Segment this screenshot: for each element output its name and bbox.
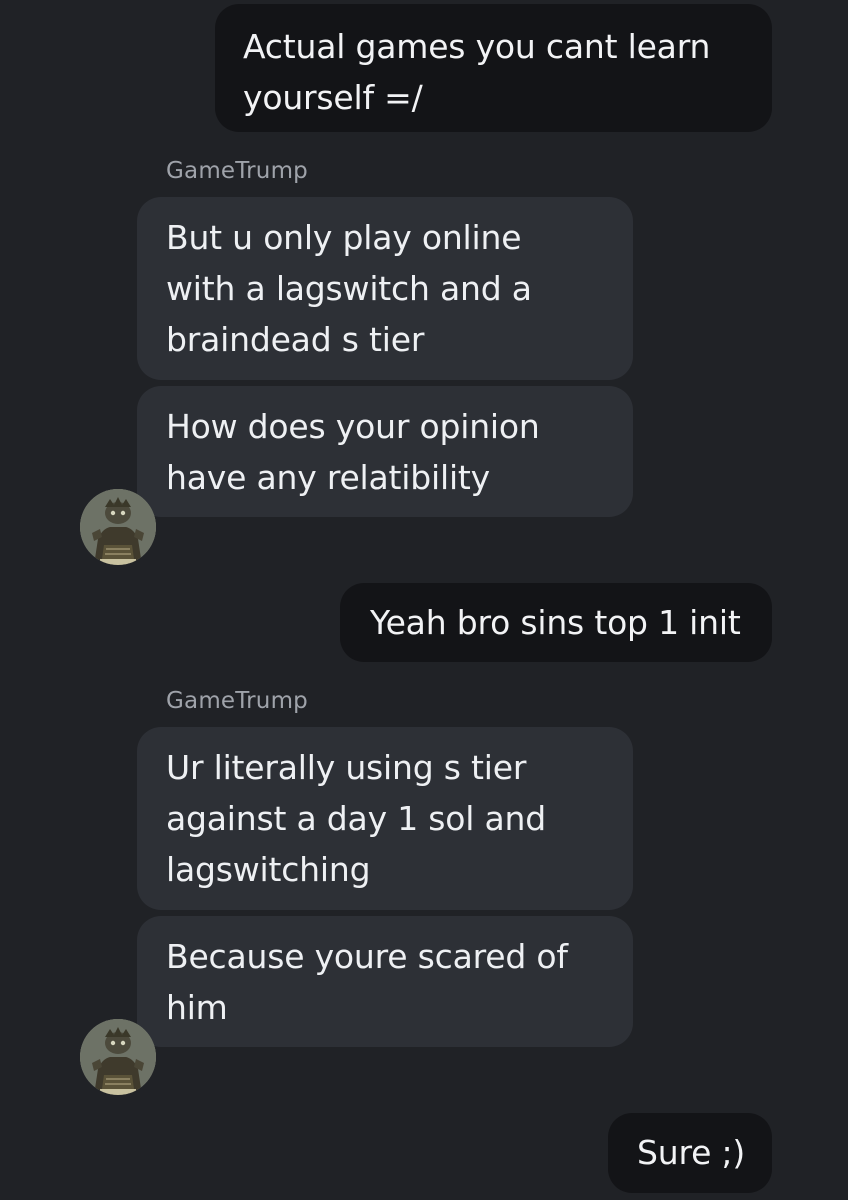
avatar[interactable] <box>80 1019 156 1095</box>
received-message-bubble[interactable]: But u only play online with a lagswitch … <box>137 197 633 380</box>
avatar[interactable] <box>80 489 156 565</box>
sender-name: GameTrump <box>166 688 308 714</box>
sent-message-bubble[interactable]: Sure ;) <box>608 1113 772 1193</box>
received-message-bubble[interactable]: Ur literally using s tier against a day … <box>137 727 633 910</box>
received-message-bubble[interactable]: Because youre scared of him <box>137 916 633 1047</box>
received-message-bubble[interactable]: How does your opinion have any relatibil… <box>137 386 633 517</box>
robed-figure-avatar-icon <box>80 1019 156 1095</box>
sender-name: GameTrump <box>166 158 308 184</box>
sent-message-bubble[interactable]: Yeah bro sins top 1 init <box>340 583 772 662</box>
robed-figure-avatar-icon <box>80 489 156 565</box>
sent-message-bubble[interactable]: Actual games you cant learn yourself =/ <box>215 4 772 132</box>
